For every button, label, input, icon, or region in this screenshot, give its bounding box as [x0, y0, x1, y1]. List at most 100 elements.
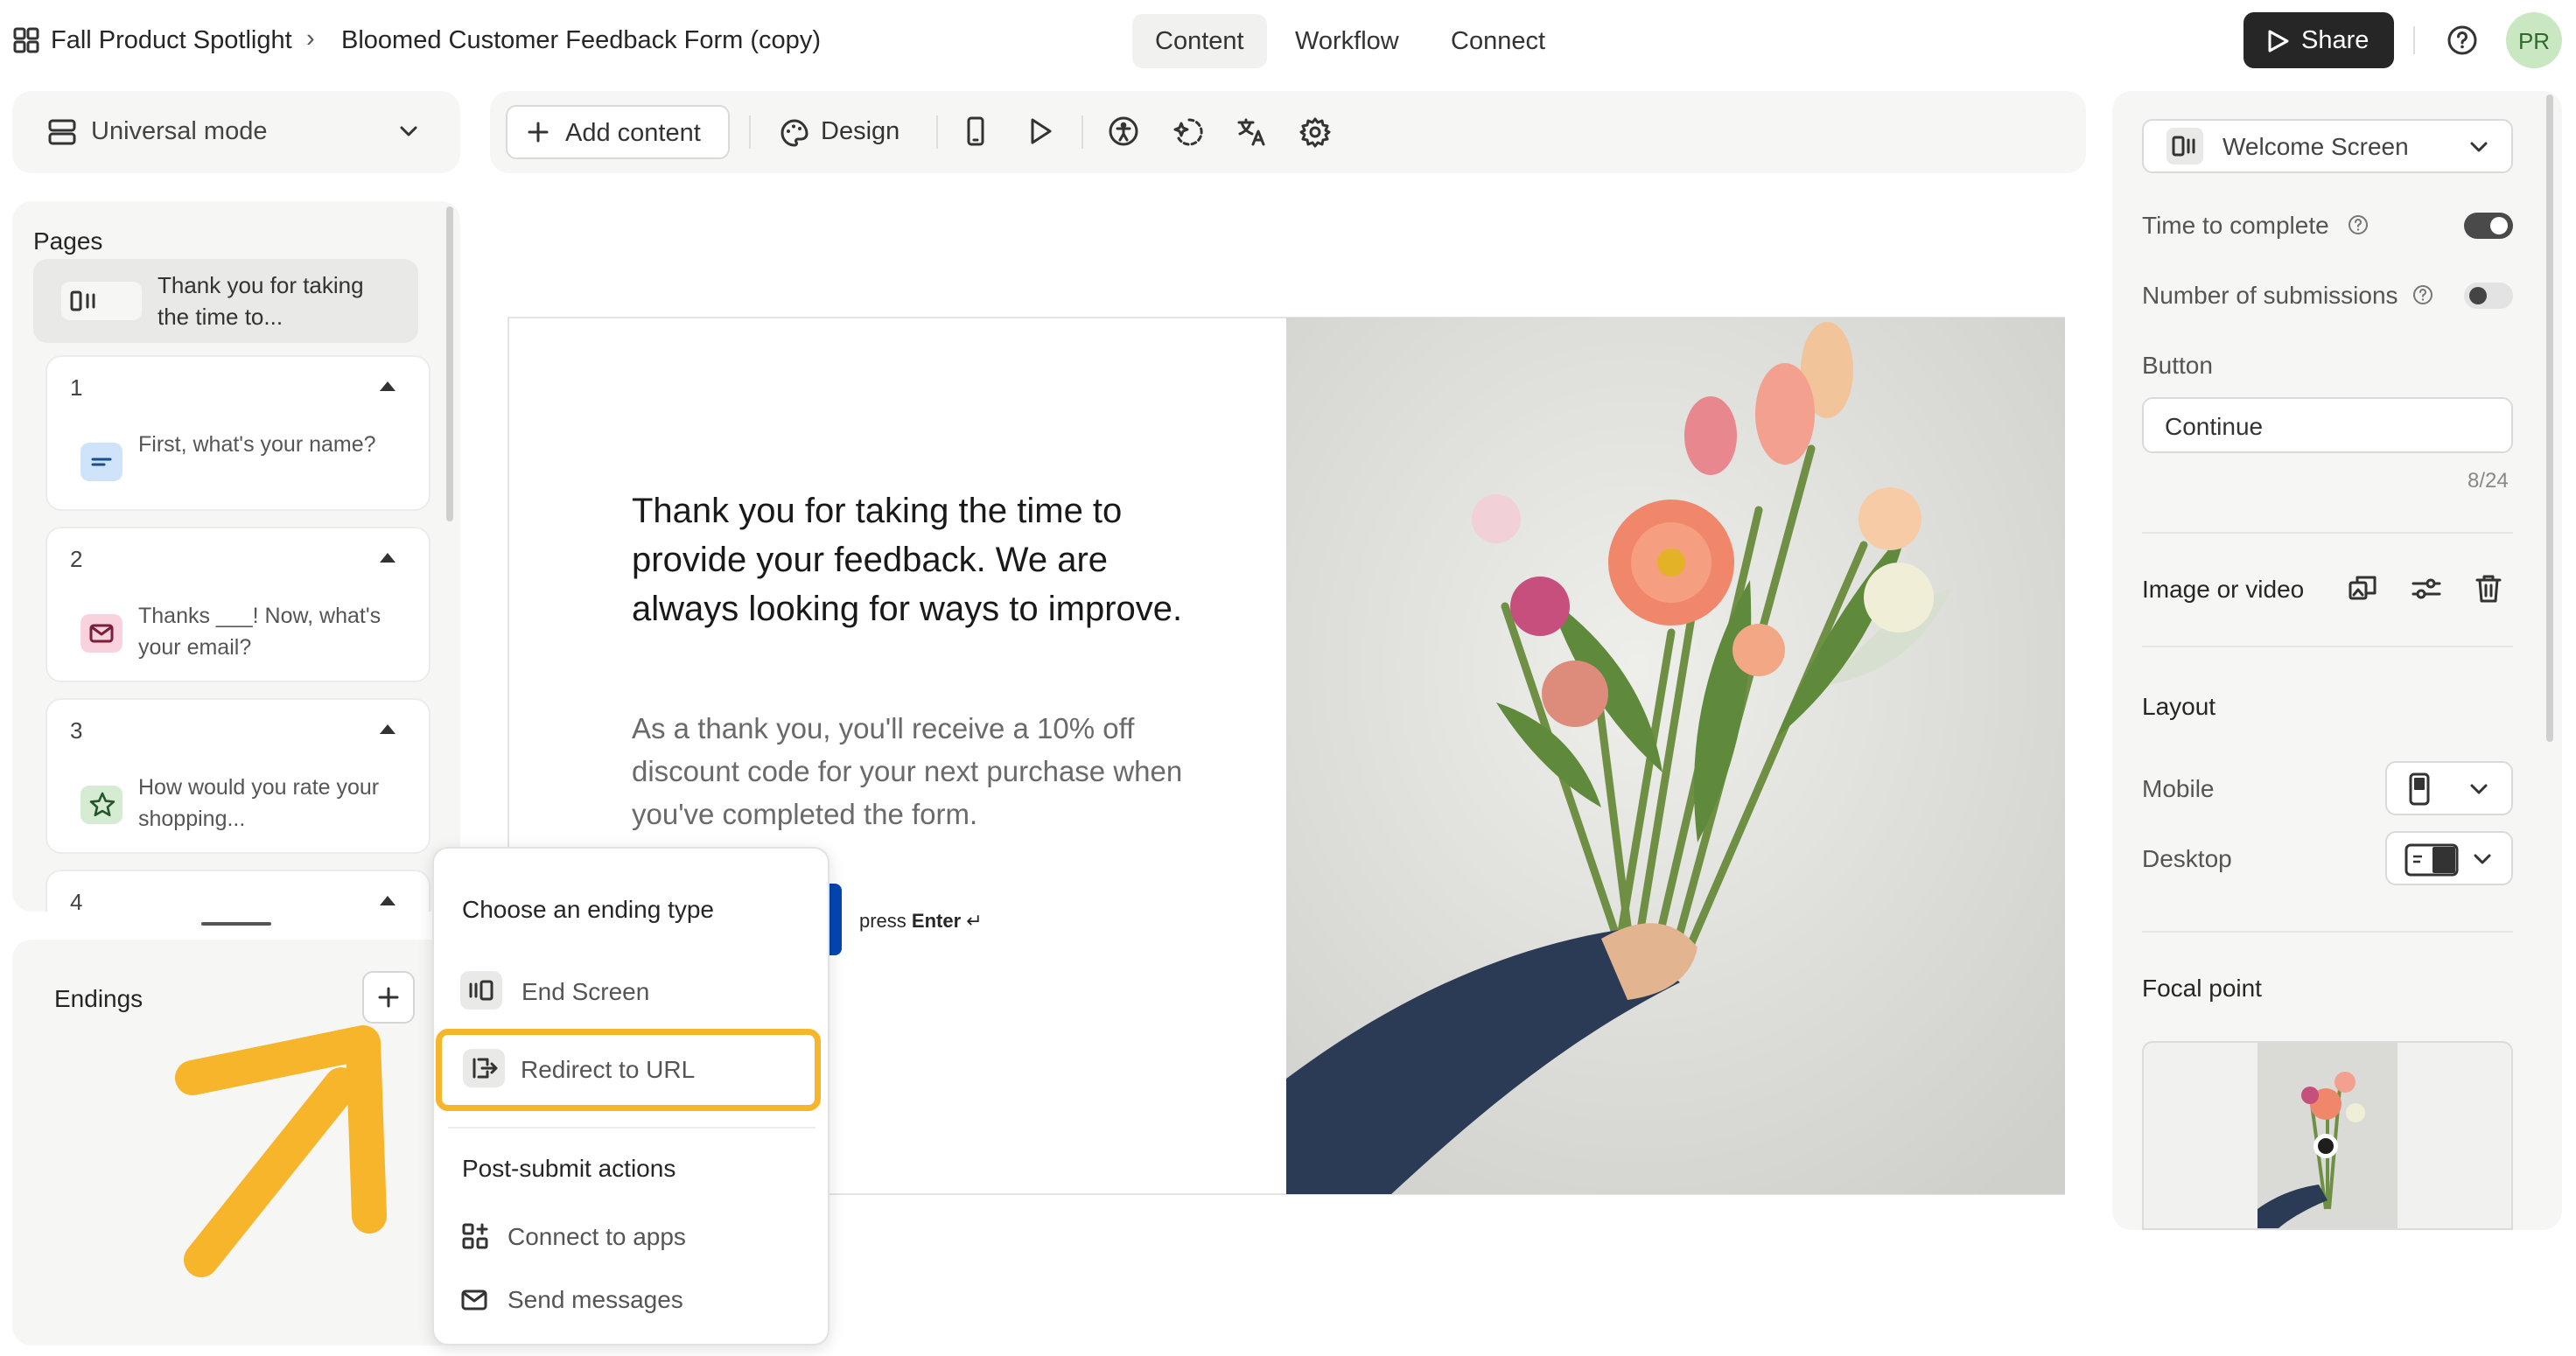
time-to-complete-toggle[interactable] [2464, 213, 2513, 239]
mobile-layout-select[interactable] [2385, 761, 2513, 815]
send-icon [2268, 30, 2289, 52]
page-item-2[interactable]: 2 Thanks ___! Now, what's your email? [46, 527, 430, 682]
chevron-down-icon [2474, 854, 2491, 864]
question-text: First, what's your name? [138, 432, 376, 457]
preview-headline: Thank you for taking the time to provide… [632, 492, 1183, 628]
chevron-down-icon [400, 126, 417, 136]
collapse-icon[interactable] [380, 553, 396, 563]
mobile-layout-icon [2409, 772, 2430, 806]
option-end-screen[interactable]: End Screen [448, 962, 816, 1020]
design-label: Design [821, 117, 900, 145]
welcome-screen-icon [61, 282, 142, 320]
play-icon[interactable] [1026, 115, 1055, 147]
share-button[interactable]: Share [2244, 12, 2394, 68]
end-screen-label: End Screen [522, 978, 650, 1005]
option-redirect-to-url[interactable]: Redirect to URL [436, 1029, 821, 1111]
form-title[interactable]: Bloomed Customer Feedback Form (copy) [341, 26, 821, 55]
page-number: 2 [70, 546, 83, 572]
layers-icon [48, 119, 76, 145]
add-ending-button[interactable] [362, 971, 415, 1024]
chevron-down-icon [2470, 784, 2488, 794]
chevron-down-icon [2470, 142, 2488, 152]
layout-heading: Layout [2142, 693, 2216, 720]
toolbar-divider [749, 115, 751, 149]
info-icon[interactable] [2412, 283, 2434, 306]
add-content-label: Add content [565, 119, 701, 147]
settings-scrollbar[interactable] [2546, 94, 2553, 742]
header-divider [2413, 26, 2415, 54]
top-bar: Fall Product Spotlight › Bloomed Custome… [0, 0, 2576, 80]
desktop-layout-icon [2404, 843, 2459, 877]
page-number: 4 [70, 889, 83, 912]
section-divider [2142, 532, 2513, 534]
apps-icon [462, 1223, 488, 1249]
ai-assist-icon[interactable] [1172, 115, 1206, 149]
endings-heading: Endings [54, 985, 144, 1012]
focal-point-handle[interactable] [2314, 1134, 2338, 1158]
pages-scrollbar[interactable] [446, 206, 453, 521]
enter-label: Enter [911, 910, 962, 932]
page-item-4[interactable]: 4 [46, 870, 430, 912]
avatar-initials: PR [2517, 28, 2551, 54]
palette-icon [780, 119, 808, 147]
grid-icon[interactable] [12, 26, 40, 54]
email-icon [80, 614, 122, 653]
redirect-icon [463, 1049, 505, 1087]
char-count: 8/24 [2468, 469, 2509, 493]
section-divider [2142, 931, 2513, 933]
desktop-layout-select[interactable] [2385, 831, 2513, 885]
welcome-item-text: Thank you for taking the time to... [158, 272, 364, 330]
accessibility-icon[interactable] [1108, 115, 1139, 147]
help-icon[interactable] [2446, 24, 2478, 56]
toolbar-divider [936, 115, 938, 149]
popover-divider [448, 1127, 816, 1129]
mode-label: Universal mode [91, 117, 268, 145]
page-item-1[interactable]: 1 First, what's your name? [46, 355, 430, 511]
button-text-input[interactable]: Continue [2142, 397, 2513, 453]
collapse-icon[interactable] [380, 381, 396, 391]
tab-connect[interactable]: Connect [1428, 14, 1568, 68]
collapse-icon[interactable] [380, 724, 396, 734]
page-item-welcome[interactable]: Thank you for taking the time to... [33, 259, 418, 343]
redirect-label: Redirect to URL [521, 1056, 696, 1083]
plus-icon [378, 987, 399, 1008]
resize-handle[interactable] [201, 922, 271, 926]
add-content-button[interactable]: Add content [506, 105, 730, 159]
time-to-complete-label: Time to complete [2142, 212, 2329, 239]
info-icon[interactable] [2347, 213, 2370, 236]
design-button[interactable]: Design [774, 105, 922, 159]
send-messages-option[interactable]: Send messages [508, 1286, 683, 1314]
pages-panel: Pages Thank you for taking the time to..… [12, 201, 460, 912]
breadcrumb-separator: › [306, 24, 315, 52]
annotation-arrow-icon [175, 1025, 387, 1277]
settings-icon[interactable] [1298, 115, 1332, 149]
section-divider [2142, 646, 2513, 647]
avatar[interactable]: PR [2506, 12, 2562, 68]
replace-media-icon[interactable] [2347, 572, 2380, 605]
button-text-value: Continue [2165, 413, 2264, 440]
collapse-icon[interactable] [380, 896, 396, 905]
plus-icon [528, 122, 549, 143]
screen-select-value: Welcome Screen [2222, 133, 2409, 160]
question-text: Thanks ___! Now, what's your email? [138, 604, 382, 660]
connect-to-apps-option[interactable]: Connect to apps [508, 1223, 686, 1251]
adjust-icon[interactable] [2410, 572, 2443, 605]
tab-content[interactable]: Content [1132, 14, 1267, 68]
mobile-label: Mobile [2142, 775, 2215, 802]
tab-workflow[interactable]: Workflow [1272, 14, 1422, 68]
mode-selector[interactable]: Universal mode [12, 91, 460, 173]
popover-heading: Choose an ending type [462, 896, 714, 923]
translate-icon[interactable] [1236, 115, 1269, 149]
page-item-3[interactable]: 3 How would you rate your shopping... [46, 698, 430, 854]
breadcrumb-workspace[interactable]: Fall Product Spotlight [51, 26, 292, 55]
flower-bouquet-image [1286, 318, 2065, 1194]
phone-preview-icon[interactable] [962, 115, 989, 147]
number-of-submissions-toggle[interactable] [2464, 283, 2513, 309]
end-screen-icon [460, 971, 502, 1010]
trash-icon[interactable] [2473, 572, 2504, 605]
mail-send-icon [461, 1290, 487, 1311]
share-label: Share [2301, 26, 2370, 54]
image-or-video-label: Image or video [2142, 576, 2305, 603]
screen-select[interactable]: Welcome Screen [2142, 119, 2513, 173]
short-text-icon [80, 443, 122, 481]
